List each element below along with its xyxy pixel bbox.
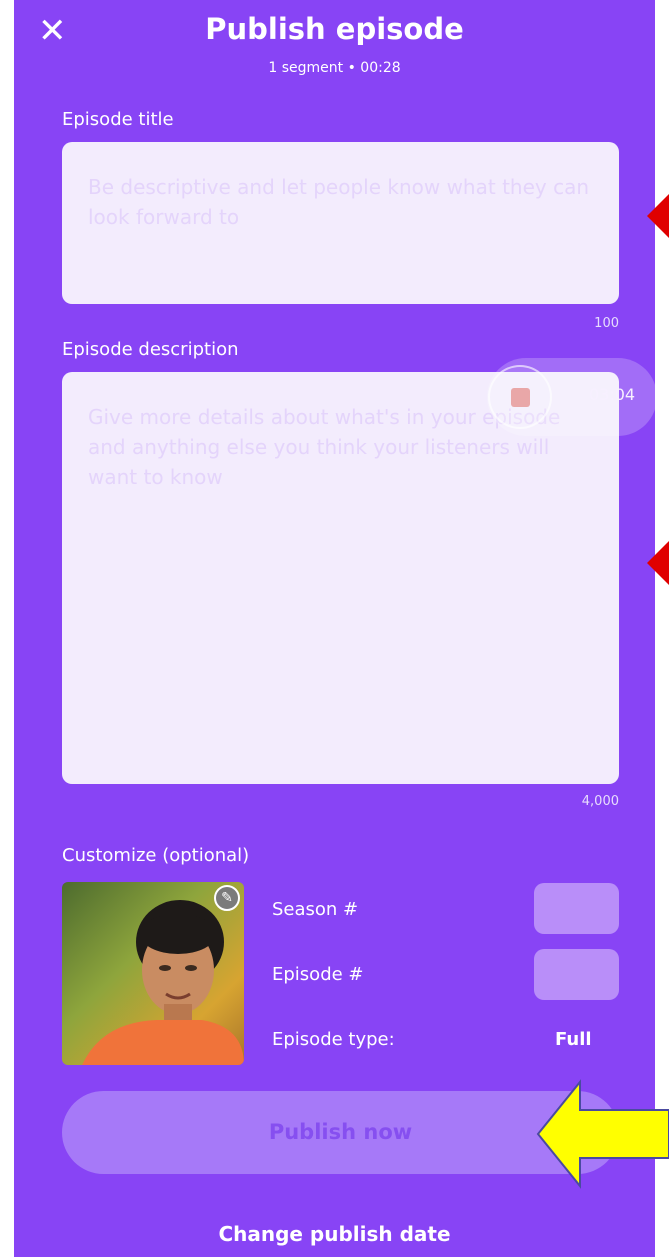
edit-image-icon[interactable]: ✎ [214, 885, 240, 911]
episode-type-label: Episode type: [272, 1029, 395, 1050]
change-publish-date-button[interactable]: Change publish date [14, 1222, 655, 1246]
annotation-arrow-icon [536, 1079, 669, 1189]
season-number-input[interactable] [534, 883, 619, 934]
episode-number-input[interactable] [534, 949, 619, 1000]
publish-episode-screen: ✕ Publish episode 1 segment • 00:28 Epis… [14, 0, 655, 1257]
episode-title-input[interactable]: Be descriptive and let people know what … [62, 142, 619, 304]
episode-type-selector[interactable]: Full [555, 1029, 592, 1050]
episode-number-label: Episode # [272, 964, 364, 985]
episode-description-placeholder: Give more details about what's in your e… [88, 405, 561, 489]
recording-timer: 03:04 [589, 385, 636, 404]
annotation-marker-description [647, 541, 669, 585]
episode-title-char-limit: 100 [594, 316, 619, 331]
stop-recording-button[interactable] [488, 365, 552, 429]
episode-cover-image[interactable] [62, 882, 244, 1065]
customize-label: Customize (optional) [62, 845, 250, 866]
episode-description-label: Episode description [62, 339, 239, 360]
annotation-marker-title [647, 194, 669, 238]
episode-summary: 1 segment • 00:28 [268, 60, 401, 76]
episode-title-label: Episode title [62, 109, 174, 130]
page-title: Publish episode [205, 12, 464, 46]
person-photo-icon [82, 900, 244, 1065]
season-label: Season # [272, 899, 359, 920]
episode-description-char-limit: 4,000 [581, 794, 619, 809]
episode-title-placeholder: Be descriptive and let people know what … [88, 175, 590, 229]
stop-icon [511, 388, 530, 407]
